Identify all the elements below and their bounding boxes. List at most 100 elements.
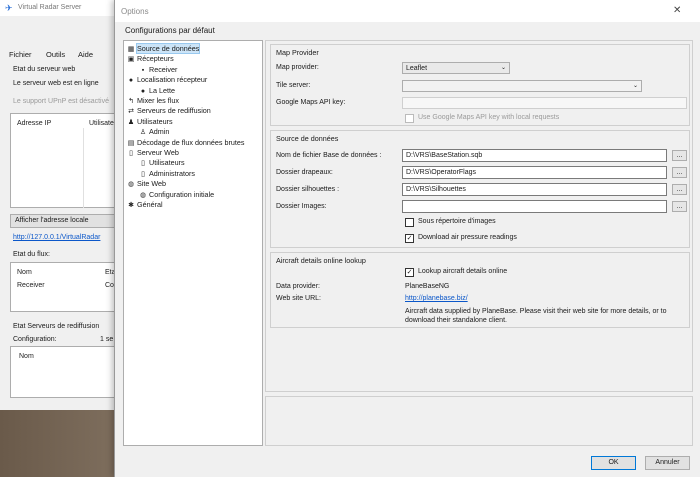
web-server-online-text: Le serveur web est en ligne (13, 80, 99, 87)
web-server-status-label: Etat du serveur web (13, 66, 76, 73)
description-panel (265, 396, 693, 446)
rebroadcast-name-header[interactable]: Nom (19, 353, 34, 360)
flags-label: Dossier drapeaux: (276, 169, 333, 176)
tree-item-label: Site Web (137, 179, 167, 189)
tree-item[interactable]: ♟ Utilisateurs (127, 117, 173, 127)
tree-item[interactable]: ▪ Receiver (139, 64, 178, 75)
tree-item-label: Configuration initiale (149, 189, 215, 199)
tree-item[interactable]: ▯ Utilisateurs (139, 158, 185, 168)
main-window: ✈ Virtual Radar Server Fichier Outils Ai… (0, 0, 135, 410)
basestation-label: Nom de fichier Base de données : (276, 152, 382, 159)
general-gear-icon: ✱ (128, 202, 134, 209)
app-logo-icon: ✈ (5, 3, 13, 13)
column-divider (83, 128, 84, 208)
website-link[interactable]: http://planebase.biz/ (405, 295, 468, 302)
tree-item[interactable]: ▣ Récepteurs (127, 54, 174, 64)
lookup-group-title: Aircraft details online lookup (276, 256, 366, 265)
tree-item-label: Mixer les flux (137, 96, 179, 105)
basestation-field[interactable]: D:\VRS\BaseStation.sqb (402, 149, 667, 162)
upnp-status-text: Le support UPnP est désactivé (13, 98, 109, 105)
tree-item[interactable]: ✱ Général (127, 200, 163, 210)
map-provider-select[interactable]: Leaflet ⌄ (402, 62, 510, 74)
lookup-checkbox[interactable]: ✓ (405, 268, 414, 277)
images-field[interactable] (402, 200, 667, 213)
lookup-group: Aircraft details online lookup ✓ Lookup … (270, 252, 690, 328)
browse-flags-button[interactable]: ... (672, 167, 687, 178)
tree-item-label: Serveurs de rediffusion (137, 106, 211, 116)
tree-item[interactable]: ◍ Site Web (127, 179, 166, 189)
map-provider-group-title: Map Provider (276, 48, 319, 57)
ip-address-list[interactable]: Adresse IP Utilisateur (10, 113, 120, 208)
tree-item[interactable]: ▤ Décodage de flux données brutes (127, 138, 245, 148)
menu-help[interactable]: Aide (78, 50, 93, 59)
subdirectory-label: Sous répertoire d'images (418, 218, 496, 225)
lookup-label: Lookup aircraft details online (418, 268, 508, 275)
website-globe-icon: ◍ (127, 181, 135, 189)
use-google-key-label: Use Google Maps API key with local reque… (418, 114, 560, 121)
tree-item-label: Utilisateurs (137, 116, 173, 126)
data-source-group-title: Source de données (276, 134, 339, 143)
tree-item-label: Récepteurs (137, 54, 174, 64)
ok-button[interactable]: OK (591, 456, 636, 470)
tree-item-label: Utilisateurs (149, 158, 185, 168)
data-source-group: Source de données Nom de fichier Base de… (270, 130, 690, 248)
silhouettes-label: Dossier silhouettes : (276, 186, 340, 193)
tree-item-label: Receiver (149, 64, 178, 74)
map-provider-label: Map provider: (276, 64, 319, 71)
configuration-label: Configuration: (13, 336, 57, 343)
browse-images-button[interactable]: ... (672, 201, 687, 212)
tree-item-label: La Lette (149, 85, 175, 95)
local-address-link[interactable]: http://127.0.0.1/VirtualRadar (13, 234, 100, 241)
main-window-titlebar: ✈ Virtual Radar Server (0, 0, 118, 16)
feed-status-list[interactable]: Nom Etat Receiver Connecté (10, 262, 135, 312)
rebroadcast-list[interactable]: Nom (10, 346, 116, 398)
options-tree[interactable]: ▦ Source de données ▣ Récepteurs ▪ Receiver ● L… (123, 40, 263, 446)
rebroadcast-status-label: Etat Serveurs de rediffusion (13, 323, 100, 330)
menu-tools[interactable]: Outils (46, 50, 65, 59)
close-icon[interactable]: ✕ (673, 5, 681, 16)
tree-item-label: Admin (149, 127, 170, 137)
google-key-label: Google Maps API key: (276, 99, 346, 106)
use-google-key-checkbox[interactable] (405, 114, 414, 123)
lookup-note: Aircraft data supplied by PlaneBase. Ple… (405, 308, 667, 324)
pressure-checkbox[interactable]: ✓ (405, 234, 414, 243)
menu-file[interactable]: Fichier (9, 50, 32, 59)
silhouettes-field[interactable]: D:\VRS\Silhouettes (402, 183, 667, 196)
main-window-title: Virtual Radar Server (18, 4, 82, 11)
users-icon: ♟ (127, 118, 135, 126)
map-provider-group: Map Provider Map provider: Leaflet ⌄ Til… (270, 44, 690, 126)
tree-item[interactable]: ▦ Source de données (127, 43, 201, 54)
tree-item[interactable]: ↰ Mixer les flux (127, 96, 179, 106)
dialog-title: Options (121, 7, 149, 16)
tree-item[interactable]: ♙ Admin (139, 127, 170, 137)
web-server-icon: ▯ (129, 150, 133, 157)
tree-item[interactable]: ● La Lette (139, 86, 175, 96)
tree-item-label: Général (137, 200, 163, 209)
ip-column-header[interactable]: Adresse IP (17, 120, 51, 127)
subdirectory-checkbox[interactable] (405, 218, 414, 227)
tile-server-select[interactable]: ⌄ (402, 80, 642, 92)
dialog-titlebar: Options ✕ (115, 0, 700, 22)
tree-item[interactable]: ◍ Configuration initiale (139, 190, 214, 200)
google-key-field[interactable] (402, 97, 687, 109)
configuration-value: 1 se (100, 336, 114, 343)
feed-name-header[interactable]: Nom (17, 269, 32, 276)
browse-basestation-button[interactable]: ... (672, 150, 687, 161)
pressure-label: Download air pressure readings (418, 234, 517, 241)
tree-item-label: Décodage de flux données brutes (137, 137, 245, 147)
provider-value: PlaneBaseNG (405, 283, 450, 290)
show-local-address-button[interactable]: Afficher l'adresse locale (10, 214, 116, 228)
section-title: Configurations par défaut (125, 26, 215, 35)
tile-server-label: Tile server: (276, 82, 311, 89)
flags-field[interactable]: D:\VRS\OperatorFlags (402, 166, 667, 179)
tree-item[interactable]: ▯ Serveur Web (127, 148, 179, 158)
feed-row-name[interactable]: Receiver (17, 282, 45, 289)
cancel-button[interactable]: Annuler (645, 456, 690, 470)
browse-silhouettes-button[interactable]: ... (672, 184, 687, 195)
tree-item[interactable]: ▯ Administrators (139, 169, 195, 179)
tree-item[interactable]: ● Localisation récepteur (127, 75, 207, 85)
settings-panel: Map Provider Map provider: Leaflet ⌄ Til… (265, 40, 693, 392)
map-provider-value: Leaflet (406, 65, 428, 72)
tree-item[interactable]: ⇄ Serveurs de rediffusion (127, 106, 211, 116)
options-dialog: Options ✕ Configurations par défaut ▦ Sou… (114, 0, 700, 477)
